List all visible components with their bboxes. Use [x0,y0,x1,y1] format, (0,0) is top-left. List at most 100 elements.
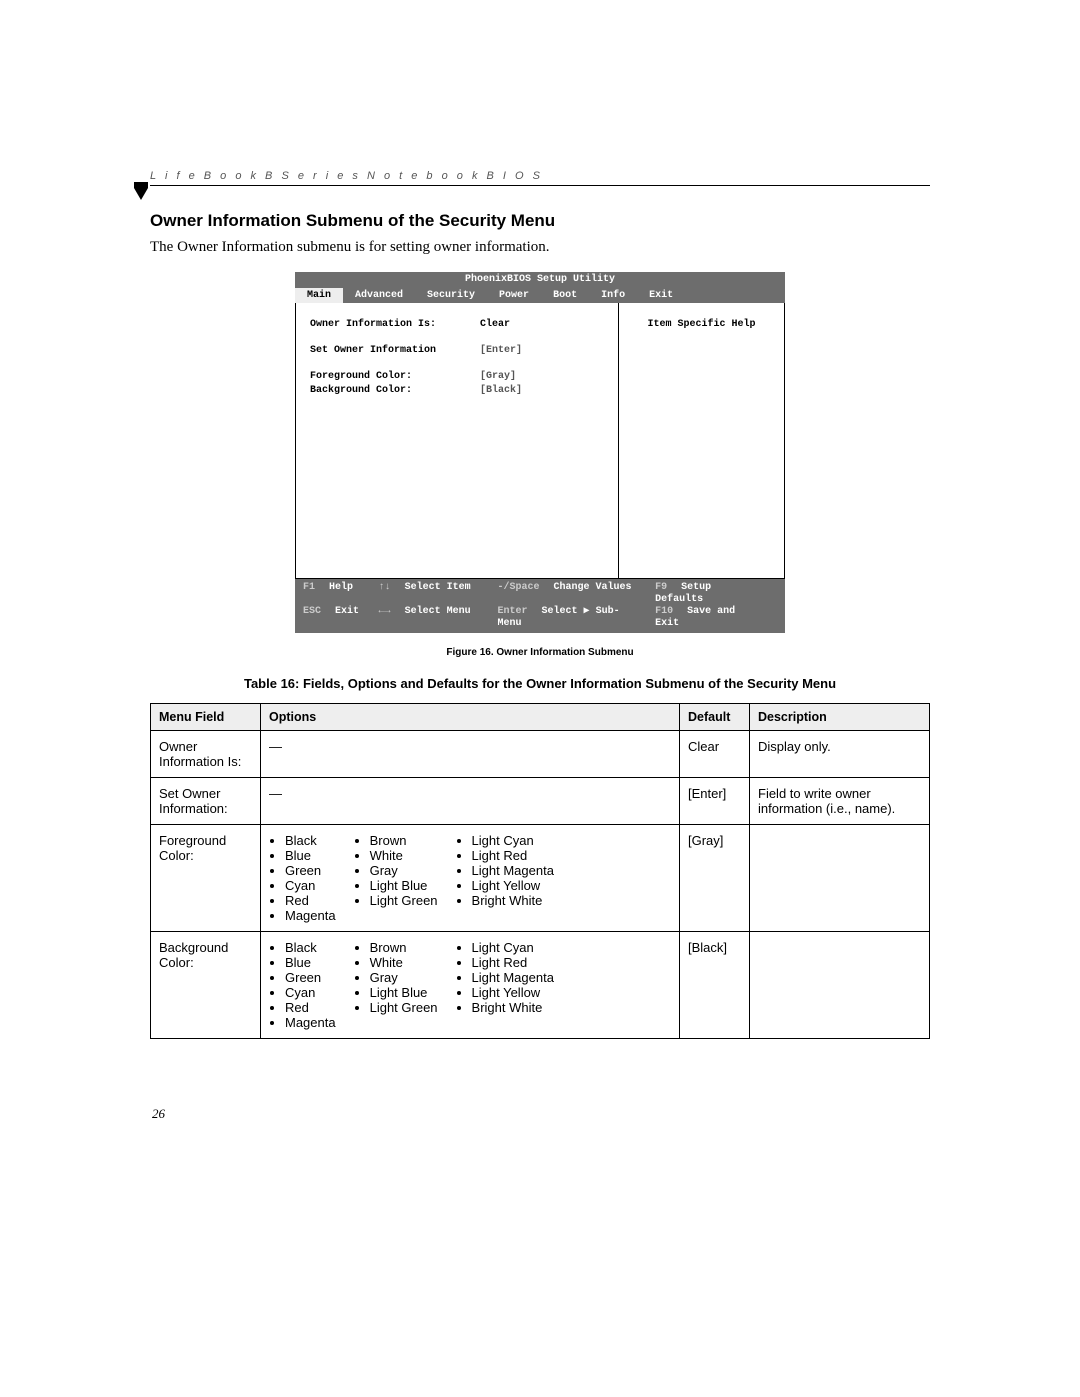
cell-field: Foreground Color: [151,825,261,932]
list-item: Gray [370,970,438,985]
list-item: Green [285,970,336,985]
opts-col: BrownWhiteGrayLight BlueLight Green [354,833,438,923]
list-item: Light Red [472,848,554,863]
cell-field: Set Owner Information: [151,778,261,825]
list-item: Light Green [370,1000,438,1015]
bios-label: Background Color: [310,385,480,397]
list-item: Light Yellow [472,878,554,893]
th-menu-field: Menu Field [151,704,261,731]
list-item: Brown [370,833,438,848]
list-item: Blue [285,955,336,970]
section-intro: The Owner Information submenu is for set… [150,239,930,256]
opts-col: Light CyanLight RedLight MagentaLight Ye… [456,833,554,923]
cell-default: [Enter] [680,778,750,825]
cell-desc [750,825,930,932]
bios-tab-security[interactable]: Security [415,288,487,303]
key-enter: Enter [498,606,528,617]
list-item: Magenta [285,908,336,923]
cell-options: — [261,778,680,825]
list-item: Magenta [285,1015,336,1030]
list-item: Black [285,940,336,955]
label-select-menu: Select Menu [405,606,471,617]
cell-options: — [261,731,680,778]
bios-label: Foreground Color: [310,371,480,383]
bios-tab-info[interactable]: Info [589,288,637,303]
cell-field: Background Color: [151,932,261,1039]
list-item: White [370,848,438,863]
list-item: Light Magenta [472,970,554,985]
bios-label: Owner Information Is: [310,319,480,331]
label-exit: Exit [335,606,359,617]
table-title: Table 16: Fields, Options and Defaults f… [150,676,930,691]
key-space: -/Space [498,582,540,593]
th-default: Default [680,704,750,731]
section-title: Owner Information Submenu of the Securit… [150,211,930,231]
bios-value: [Enter] [480,345,522,357]
table-row: Background Color: BlackBlueGreenCyanRedM… [151,932,930,1039]
cell-options: BlackBlueGreenCyanRedMagenta BrownWhiteG… [261,932,680,1039]
bios-row-set-owner[interactable]: Set Owner Information [Enter] [310,345,610,357]
list-item: Brown [370,940,438,955]
list-item: Blue [285,848,336,863]
list-item: White [370,955,438,970]
key-esc: ESC [303,606,321,617]
bios-help-title: Item Specific Help [627,319,776,331]
list-item: Bright White [472,893,554,908]
opts-col: Light CyanLight RedLight MagentaLight Ye… [456,940,554,1030]
key-f9: F9 [655,582,667,593]
bios-tab-exit[interactable]: Exit [637,288,685,303]
cell-field: Owner Information Is: [151,731,261,778]
fields-table: Menu Field Options Default Description O… [150,703,930,1039]
cell-options: BlackBlueGreenCyanRedMagenta BrownWhiteG… [261,825,680,932]
bios-body: Owner Information Is: Clear Set Owner In… [295,303,785,579]
bios-tab-advanced[interactable]: Advanced [343,288,415,303]
list-item: Bright White [472,1000,554,1015]
label-select-item: Select Item [405,582,471,593]
bios-row-bg-color[interactable]: Background Color: [Black] [310,385,610,397]
cell-desc: Display only. [750,731,930,778]
bios-title: PhoenixBIOS Setup Utility [295,272,785,288]
bios-help-panel: Item Specific Help [619,303,784,578]
bios-value: [Gray] [480,371,516,383]
list-item: Red [285,1000,336,1015]
bios-row-owner-info: Owner Information Is: Clear [310,319,610,331]
key-leftright: ←→ [379,606,391,617]
table-header-row: Menu Field Options Default Description [151,704,930,731]
bios-tab-boot[interactable]: Boot [541,288,589,303]
bios-left-panel: Owner Information Is: Clear Set Owner In… [296,303,619,578]
bios-value: Clear [480,319,510,331]
figure-caption: Figure 16. Owner Information Submenu [150,647,930,658]
list-item: Light Yellow [472,985,554,1000]
list-item: Red [285,893,336,908]
list-item: Gray [370,863,438,878]
list-item: Cyan [285,985,336,1000]
opts-col: BlackBlueGreenCyanRedMagenta [269,940,336,1030]
key-updown: ↑↓ [379,582,391,593]
list-item: Light Blue [370,985,438,1000]
page-number: 26 [152,1106,165,1122]
list-item: Light Cyan [472,833,554,848]
list-item: Light Red [472,955,554,970]
list-item: Light Blue [370,878,438,893]
bios-footer: F1 Help ↑↓ Select Item -/Space Change Va… [295,579,785,633]
table-row: Owner Information Is: — Clear Display on… [151,731,930,778]
cell-default: Clear [680,731,750,778]
list-item: Cyan [285,878,336,893]
bios-tab-main[interactable]: Main [295,288,343,303]
bios-screenshot: PhoenixBIOS Setup Utility Main Advanced … [295,272,785,633]
th-options: Options [261,704,680,731]
opts-col: BrownWhiteGrayLight BlueLight Green [354,940,438,1030]
cell-default: [Black] [680,932,750,1039]
list-item: Light Cyan [472,940,554,955]
running-header-text: L i f e B o o k B S e r i e s N o t e b … [150,170,543,182]
bios-tab-power[interactable]: Power [487,288,541,303]
cell-desc [750,932,930,1039]
label-change-values: Change Values [554,582,632,593]
bios-label: Set Owner Information [310,345,480,357]
bios-row-fg-color[interactable]: Foreground Color: [Gray] [310,371,610,383]
label-help: Help [329,582,353,593]
document-page: L i f e B o o k B S e r i e s N o t e b … [0,0,1080,1397]
list-item: Black [285,833,336,848]
list-item: Light Green [370,893,438,908]
cell-default: [Gray] [680,825,750,932]
